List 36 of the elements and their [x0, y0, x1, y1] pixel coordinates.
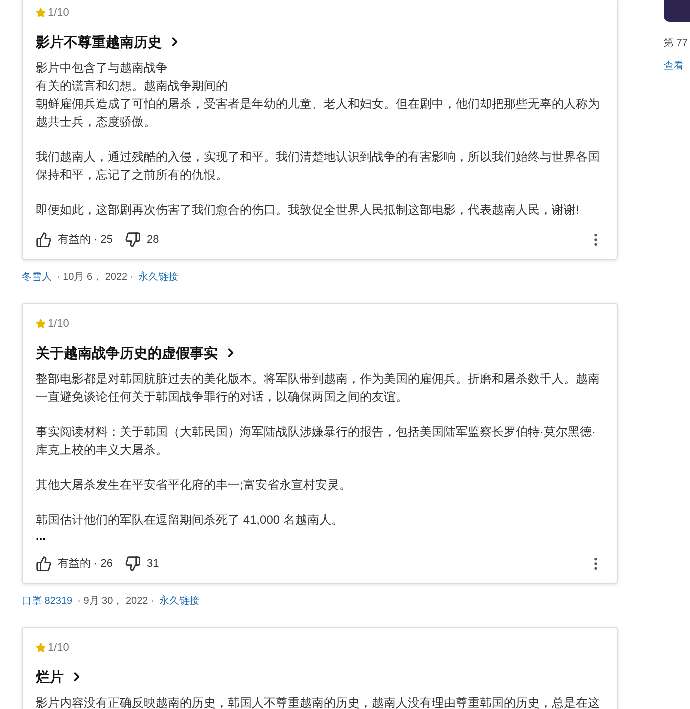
more-ellipsis[interactable]: ... [36, 529, 46, 543]
rating-text: 1/10 [48, 316, 70, 332]
review-text-line: 朝鲜雇佣兵造成了可怕的屠杀，受害者是年幼的儿童、老人和妇女。但在剧中，他们却把那些无辜的人称为越共士兵，态度骄傲。 [36, 96, 601, 131]
helpful-count: 有益的 · 25 [58, 232, 114, 248]
review-title-link[interactable]: 关于越南战争历史的虚假事实 [36, 344, 238, 362]
view-link[interactable]: 查看 [664, 59, 690, 74]
star-icon [36, 8, 46, 18]
thumbs-down-icon[interactable] [125, 232, 142, 248]
date-text: · 10月 6， 2022 · [57, 270, 134, 284]
review-text-line: 影片中包含了与越南战争 [36, 60, 169, 77]
date-text: · 9月 30， 2022 · [78, 594, 154, 608]
permalink-link[interactable]: 永久链接 [159, 594, 200, 608]
thumbs-up-icon[interactable] [36, 556, 52, 572]
rank-text: 第 77 [664, 37, 689, 51]
thumbs-up-icon[interactable] [36, 232, 52, 248]
review-paragraph: 整部电影都是对韩国肮脏过去的美化版本。将军队带到越南，作为美国的雇佣兵。折磨和屠杀数千人。越南一直避免谈论任何关于韩国战争罪行的对话，以确保两国之间的友谊。 [36, 371, 601, 406]
review-paragraph: 我们越南人，通过残酷的入侵，实现了和平。我们清楚地认识到战争的有害影响，所以我们始终与世界各国保持和平，忘记了之前所有的仇恨。 [36, 149, 601, 184]
star-icon [36, 643, 46, 653]
helpful-count: 有益的 · 26 [58, 556, 114, 572]
author-link[interactable]: 冬雪人 [22, 270, 52, 284]
unhelpful-count: 31 [147, 556, 160, 572]
author-link[interactable]: 口罩 82319 [22, 594, 73, 608]
review-paragraph: 影片内容没有正确反映越南的历史，韩国人不尊重越南的历史，越南人没有理由尊重韩国的历史，总是在这 [36, 695, 601, 709]
permalink-link[interactable]: 永久链接 [138, 270, 179, 284]
review-title-link[interactable]: 影片不尊重越南历史 [36, 33, 182, 51]
thumbs-down-icon[interactable] [125, 556, 142, 572]
rating-text: 1/10 [48, 6, 70, 21]
review-title-link[interactable]: 烂片 [36, 668, 84, 686]
star-icon [36, 319, 46, 329]
rating-text: 1/10 [48, 640, 70, 656]
unhelpful-count: 28 [147, 232, 160, 248]
review-paragraph: 其他大屠杀发生在平安省平化府的丰一;富安省永宣村安灵。 [36, 477, 352, 494]
review-paragraph: 韩国估计他们的军队在逗留期间杀死了 41,000 名越南人。 [36, 512, 344, 529]
review-paragraph: 事实阅读材料：关于韩国（大韩民国）海军陆战队涉嫌暴行的报告，包括美国陆军监察长罗伯特·莫尔黑德·库克上校的丰义大屠杀。 [36, 424, 597, 459]
review-paragraph: 即便如此，这部剧再次伤害了我们愈合的伤口。我敦促全世界人民抵制这部电影，代表越南人民，谢谢! [36, 202, 580, 219]
review-text-line: 有关的谎言和幻想。越南战争期间的 [36, 78, 229, 95]
